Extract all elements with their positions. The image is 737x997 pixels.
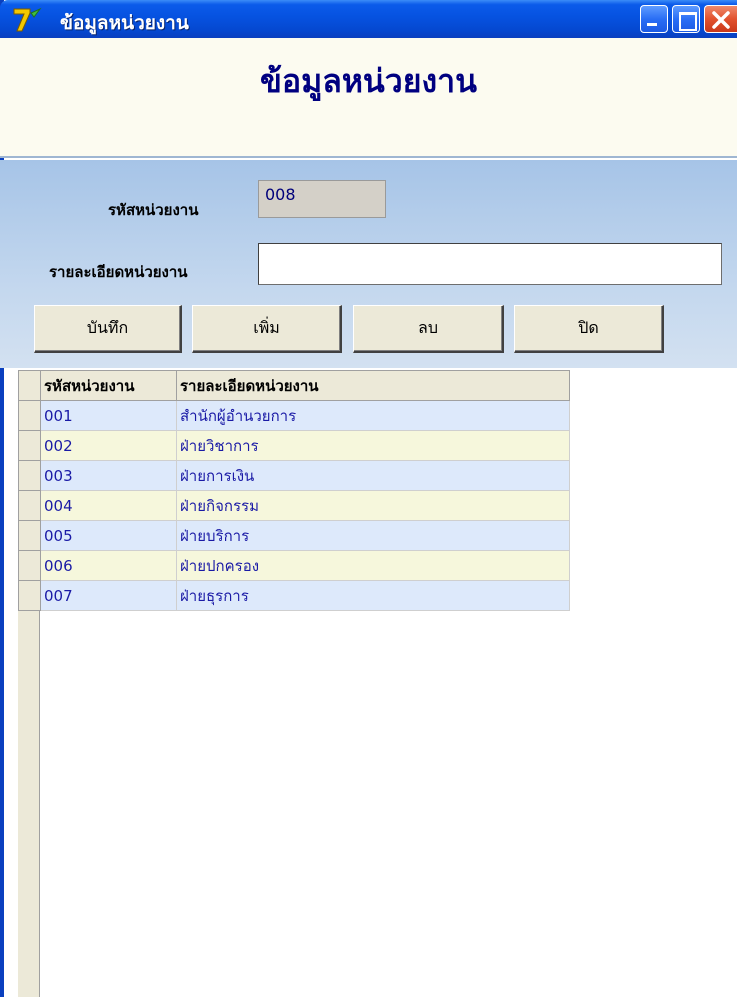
delete-button-label: ลบ	[418, 318, 438, 337]
row-selector[interactable]	[18, 400, 41, 431]
save-button-label: บันทึก	[86, 318, 129, 337]
cell-description[interactable]: ฝ่ายปกครอง	[176, 550, 570, 581]
cell-code[interactable]: 003	[40, 460, 177, 491]
cell-description[interactable]: ฝ่ายกิจกรรม	[176, 490, 570, 521]
add-button[interactable]: เพิ่ม	[192, 305, 342, 353]
table-row[interactable]: 006 ฝ่ายปกครอง	[18, 550, 570, 581]
description-label: รายละเอียดหน่วยงาน	[49, 263, 188, 281]
row-selector[interactable]	[18, 520, 41, 551]
code-label: รหัสหน่วยงาน	[108, 201, 199, 219]
column-header-description[interactable]: รายละเอียดหน่วยงาน	[176, 370, 570, 401]
cell-description[interactable]: ฝ่ายบริการ	[176, 520, 570, 551]
row-selector[interactable]	[18, 460, 41, 491]
cell-code[interactable]: 007	[40, 580, 177, 611]
add-button-label: เพิ่ม	[253, 318, 280, 337]
cell-code[interactable]: 006	[40, 550, 177, 581]
cell-description[interactable]: ฝ่ายการเงิน	[176, 460, 570, 491]
close-icon[interactable]	[704, 5, 737, 33]
minimize-icon[interactable]	[640, 5, 668, 33]
grid-corner	[18, 370, 41, 401]
row-selector[interactable]	[18, 580, 41, 611]
delete-button[interactable]: ลบ	[353, 305, 504, 353]
title-bar[interactable]: ข้อมูลหน่วยงาน	[0, 0, 737, 38]
row-selector[interactable]	[18, 490, 41, 521]
code-field: 008	[258, 180, 386, 218]
grid-header-row: รหัสหน่วยงาน รายละเอียดหน่วยงาน	[18, 370, 570, 401]
save-button[interactable]: บันทึก	[34, 305, 182, 353]
table-row[interactable]: 007 ฝ่ายธุรการ	[18, 580, 570, 611]
window-title: ข้อมูลหน่วยงาน	[60, 12, 189, 34]
cell-description[interactable]: ฝ่ายธุรการ	[176, 580, 570, 611]
row-selector[interactable]	[18, 430, 41, 461]
close-glyph	[712, 11, 730, 29]
cell-code[interactable]: 002	[40, 430, 177, 461]
close-button[interactable]: ปิด	[514, 305, 664, 353]
cell-description[interactable]: ฝ่ายวิชาการ	[176, 430, 570, 461]
table-row[interactable]: 001 สำนักผู้อำนวยการ	[18, 400, 570, 431]
maximize-icon[interactable]	[672, 5, 700, 33]
app-logo-icon	[13, 7, 42, 32]
cell-code[interactable]: 001	[40, 400, 177, 431]
row-selector[interactable]	[18, 550, 41, 581]
table-row[interactable]: 003 ฝ่ายการเงิน	[18, 460, 570, 491]
cell-code[interactable]: 005	[40, 520, 177, 551]
description-field[interactable]	[258, 243, 722, 285]
cell-description[interactable]: สำนักผู้อำนวยการ	[176, 400, 570, 431]
table-row[interactable]: 005 ฝ่ายบริการ	[18, 520, 570, 551]
column-header-code[interactable]: รหัสหน่วยงาน	[40, 370, 177, 401]
table-row[interactable]: 004 ฝ่ายกิจกรรม	[18, 490, 570, 521]
form-heading: ข้อมูลหน่วยงาน	[260, 62, 477, 100]
department-grid[interactable]: รหัสหน่วยงาน รายละเอียดหน่วยงาน 001 สำนั…	[18, 370, 570, 611]
cell-code[interactable]: 004	[40, 490, 177, 521]
table-row[interactable]: 002 ฝ่ายวิชาการ	[18, 430, 570, 461]
close-button-label: ปิด	[578, 318, 599, 337]
